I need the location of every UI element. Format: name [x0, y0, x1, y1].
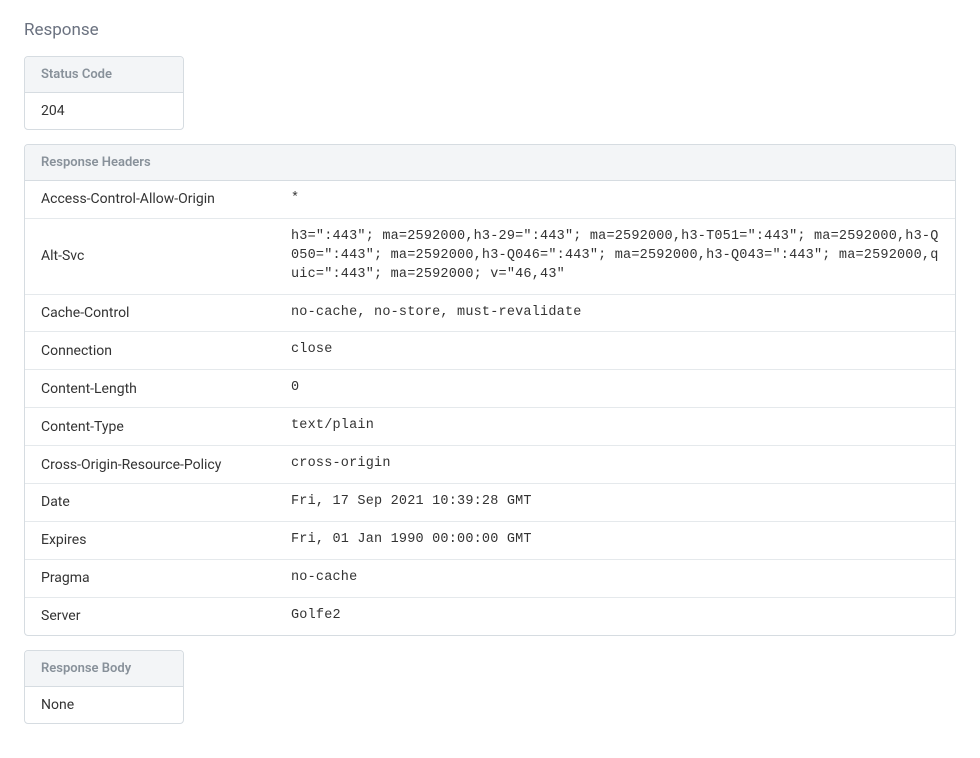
- header-name-cell: Connection: [25, 332, 275, 370]
- response-body-header: Response Body: [25, 651, 183, 687]
- table-row: Connectionclose: [25, 332, 955, 370]
- status-code-value: 204: [25, 93, 183, 129]
- response-headers-panel: Response Headers Access-Control-Allow-Or…: [24, 144, 956, 636]
- status-code-header: Status Code: [25, 57, 183, 93]
- header-value-cell: no-cache, no-store, must-revalidate: [275, 294, 955, 332]
- response-body-panel: Response Body None: [24, 650, 184, 724]
- header-name-cell: Date: [25, 484, 275, 522]
- header-name-cell: Expires: [25, 521, 275, 559]
- table-row: Cache-Controlno-cache, no-store, must-re…: [25, 294, 955, 332]
- table-row: ServerGolfe2: [25, 597, 955, 634]
- header-value-cell: no-cache: [275, 559, 955, 597]
- header-name-cell: Cross-Origin-Resource-Policy: [25, 446, 275, 484]
- table-row: Content-Typetext/plain: [25, 408, 955, 446]
- response-headers-header: Response Headers: [25, 145, 955, 181]
- header-value-cell: text/plain: [275, 408, 955, 446]
- table-row: Content-Length0: [25, 370, 955, 408]
- header-name-cell: Alt-Svc: [25, 218, 275, 294]
- header-value-cell: Golfe2: [275, 597, 955, 634]
- header-name-cell: Pragma: [25, 559, 275, 597]
- header-name-cell: Cache-Control: [25, 294, 275, 332]
- header-value-cell: 0: [275, 370, 955, 408]
- header-value-cell: Fri, 01 Jan 1990 00:00:00 GMT: [275, 521, 955, 559]
- header-value-cell: cross-origin: [275, 446, 955, 484]
- header-name-cell: Server: [25, 597, 275, 634]
- header-name-cell: Content-Length: [25, 370, 275, 408]
- table-row: Alt-Svch3=":443"; ma=2592000,h3-29=":443…: [25, 218, 955, 294]
- status-code-panel: Status Code 204: [24, 56, 184, 130]
- table-row: Pragmano-cache: [25, 559, 955, 597]
- header-value-cell: *: [275, 181, 955, 218]
- response-headers-table: Access-Control-Allow-Origin*Alt-Svch3=":…: [25, 181, 955, 635]
- table-row: Access-Control-Allow-Origin*: [25, 181, 955, 218]
- header-name-cell: Content-Type: [25, 408, 275, 446]
- table-row: Cross-Origin-Resource-Policycross-origin: [25, 446, 955, 484]
- response-section-title: Response: [24, 20, 956, 40]
- header-name-cell: Access-Control-Allow-Origin: [25, 181, 275, 218]
- response-body-value: None: [25, 687, 183, 723]
- header-value-cell: Fri, 17 Sep 2021 10:39:28 GMT: [275, 484, 955, 522]
- header-value-cell: h3=":443"; ma=2592000,h3-29=":443"; ma=2…: [275, 218, 955, 294]
- table-row: ExpiresFri, 01 Jan 1990 00:00:00 GMT: [25, 521, 955, 559]
- table-row: DateFri, 17 Sep 2021 10:39:28 GMT: [25, 484, 955, 522]
- header-value-cell: close: [275, 332, 955, 370]
